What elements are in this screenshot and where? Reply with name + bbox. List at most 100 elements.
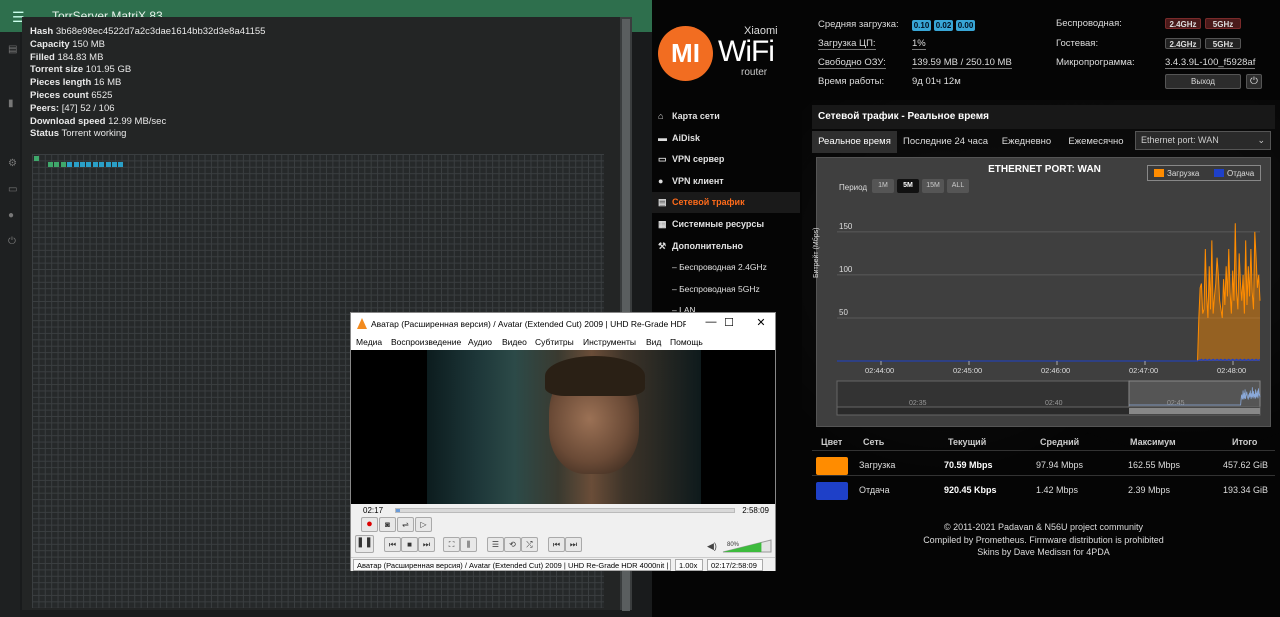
- cpu-value[interactable]: 1%: [912, 38, 926, 50]
- volume-slider[interactable]: 80%: [721, 538, 773, 553]
- torrent-info: Hash 3b68e98ec4522d7a2c3dae1614bb32d3e8a…: [30, 26, 265, 141]
- nav-item-3[interactable]: ● VPN клиент: [652, 171, 800, 192]
- status-time[interactable]: 02:17/2:58:09: [707, 559, 763, 571]
- nav-item-4[interactable]: ▤ Сетевой трафик: [652, 192, 800, 214]
- vlc-menu-item[interactable]: Субтитры: [535, 337, 574, 347]
- close-icon[interactable]: ✕: [753, 316, 769, 329]
- loop-icon[interactable]: ⟲: [504, 537, 521, 552]
- series-line-0: [837, 223, 1261, 362]
- info-value: 6525: [91, 89, 113, 101]
- info-label: Download speed: [30, 115, 106, 127]
- maximize-icon[interactable]: ☐: [721, 316, 737, 329]
- wireless-24-badge[interactable]: 2.4GHz: [1165, 18, 1201, 29]
- previous-icon[interactable]: ⏮: [384, 537, 401, 552]
- list-icon[interactable]: ▤: [8, 44, 17, 55]
- piece-loading: [92, 162, 98, 167]
- nav-item-7[interactable]: – Беспроводная 2.4GHz: [652, 257, 800, 278]
- frame-step-icon[interactable]: ▷: [415, 517, 432, 532]
- ram-value[interactable]: 139.59 MB / 250.10 MB: [912, 57, 1012, 69]
- settings-icon[interactable]: ⚙: [8, 158, 17, 169]
- vlc-window: Аватар (Расширенная версия) / Avatar (Ex…: [350, 312, 776, 571]
- info-label: Pieces count: [30, 89, 89, 101]
- vlc-titlebar[interactable]: Аватар (Расширенная версия) / Avatar (Ex…: [351, 313, 775, 335]
- nav-item-2[interactable]: ▭ VPN сервер: [652, 149, 800, 170]
- globe-icon: ●: [658, 175, 664, 186]
- table-cell: 162.55 Mbps: [1128, 460, 1181, 470]
- period-5m-button[interactable]: 5M: [897, 179, 919, 193]
- vlc-menu-item[interactable]: Инструменты: [583, 337, 636, 347]
- status-speed[interactable]: 1.00x: [675, 559, 703, 571]
- guest-5-badge[interactable]: 5GHz: [1205, 38, 1241, 49]
- table-divider: [812, 450, 1275, 451]
- info-row: Download speed 12.99 MB/sec: [30, 116, 265, 129]
- legend-download[interactable]: Загрузка: [1154, 169, 1199, 178]
- minimize-icon[interactable]: —: [703, 316, 719, 328]
- nav-label: Дополнительно: [672, 240, 744, 251]
- section-title: Сетевой трафик - Реальное время: [812, 105, 1275, 129]
- period-all-button[interactable]: ALL: [947, 179, 969, 193]
- loop-ab-icon[interactable]: ⇌: [397, 517, 414, 532]
- ram-label[interactable]: Свободно ОЗУ:: [818, 57, 886, 69]
- x-tick-label: 02:45:00: [953, 366, 982, 375]
- navigator-window[interactable]: [1128, 380, 1261, 408]
- nav-item-0[interactable]: ⌂ Карта сети: [652, 106, 800, 127]
- extended-settings-icon[interactable]: ⫼: [460, 537, 477, 552]
- piece-loading: [105, 162, 111, 167]
- info-label: Pieces length: [30, 77, 92, 89]
- period-label: Период: [839, 183, 868, 192]
- navigator-scroll-thumb[interactable]: [1129, 408, 1260, 414]
- stop-icon[interactable]: ■: [401, 537, 418, 552]
- port-select[interactable]: Ethernet port: WAN ⌄: [1135, 131, 1271, 150]
- speaker-icon[interactable]: ◀): [707, 541, 717, 552]
- pause-icon[interactable]: ❚❚: [355, 535, 374, 553]
- vlc-menu-item[interactable]: Помощь: [670, 337, 703, 347]
- next-icon[interactable]: ⏭: [418, 537, 435, 552]
- footer-line: © 2011-2021 Padavan & N56U project commu…: [943, 522, 1144, 532]
- seek-bar[interactable]: [395, 508, 735, 513]
- tab-24h[interactable]: Последние 24 часа: [899, 131, 992, 153]
- nav-item-6[interactable]: ⚒ Дополнительно: [652, 236, 800, 257]
- frame-back-icon[interactable]: ⏮: [548, 537, 565, 552]
- video-frame: [427, 350, 701, 504]
- video-area[interactable]: [351, 350, 775, 504]
- legend-swatch: [1214, 169, 1224, 177]
- table-swatch: [816, 457, 848, 475]
- wireless-5-badge[interactable]: 5GHz: [1205, 18, 1241, 29]
- snapshot-icon[interactable]: ◙: [379, 517, 396, 532]
- tab-daily[interactable]: Ежедневно: [994, 131, 1059, 153]
- tab-realtime[interactable]: Реальное время: [812, 131, 897, 153]
- table-divider: [812, 475, 1275, 476]
- table-header: Средний: [1040, 437, 1080, 447]
- record-icon[interactable]: ●: [361, 517, 378, 532]
- nav-label: Беспроводная 2.4GHz: [679, 262, 767, 273]
- vlc-menu-item[interactable]: Видео: [502, 337, 527, 347]
- delete-icon[interactable]: ▮: [8, 98, 14, 109]
- fullscreen-icon[interactable]: ⛶: [443, 537, 460, 552]
- vlc-menu-item[interactable]: Воспроизведение: [391, 337, 461, 347]
- frame-forward-icon[interactable]: ⏭: [565, 537, 582, 552]
- power-icon[interactable]: ⏻: [8, 236, 16, 247]
- vlc-menu-item[interactable]: Медиа: [356, 337, 382, 347]
- legend-upload-label: Отдача: [1227, 169, 1255, 178]
- vlc-menu-item[interactable]: Аудио: [468, 337, 492, 347]
- nav-item-8[interactable]: – Беспроводная 5GHz: [652, 279, 800, 300]
- guest-24-badge[interactable]: 2.4GHz: [1165, 38, 1201, 49]
- card-icon[interactable]: ▭: [8, 184, 17, 195]
- disk-icon: ▬: [658, 132, 667, 143]
- period-1m-button[interactable]: 1M: [872, 179, 894, 193]
- power-icon[interactable]: ⏻: [1246, 74, 1262, 89]
- info-icon[interactable]: ●: [8, 210, 14, 221]
- period-15m-button[interactable]: 15M: [922, 179, 944, 193]
- legend-upload[interactable]: Отдача: [1214, 169, 1254, 178]
- firmware-value[interactable]: 3.4.3.9L-100_f5928af: [1165, 57, 1256, 69]
- cpu-label[interactable]: Загрузка ЦП:: [818, 38, 876, 50]
- shuffle-icon[interactable]: ⤮: [521, 537, 538, 552]
- nav-item-5[interactable]: ▦ Системные ресурсы: [652, 214, 800, 235]
- nav-item-1[interactable]: ▬ AiDisk: [652, 128, 800, 149]
- status-title: Аватар (Расширенная версия) / Avatar (Ex…: [353, 559, 671, 571]
- tab-monthly[interactable]: Ежемесячно: [1061, 131, 1131, 153]
- playlist-icon[interactable]: ☰: [487, 537, 504, 552]
- series-area-0: [837, 223, 1260, 361]
- vlc-menu-item[interactable]: Вид: [646, 337, 661, 347]
- logout-button[interactable]: Выход: [1165, 74, 1241, 89]
